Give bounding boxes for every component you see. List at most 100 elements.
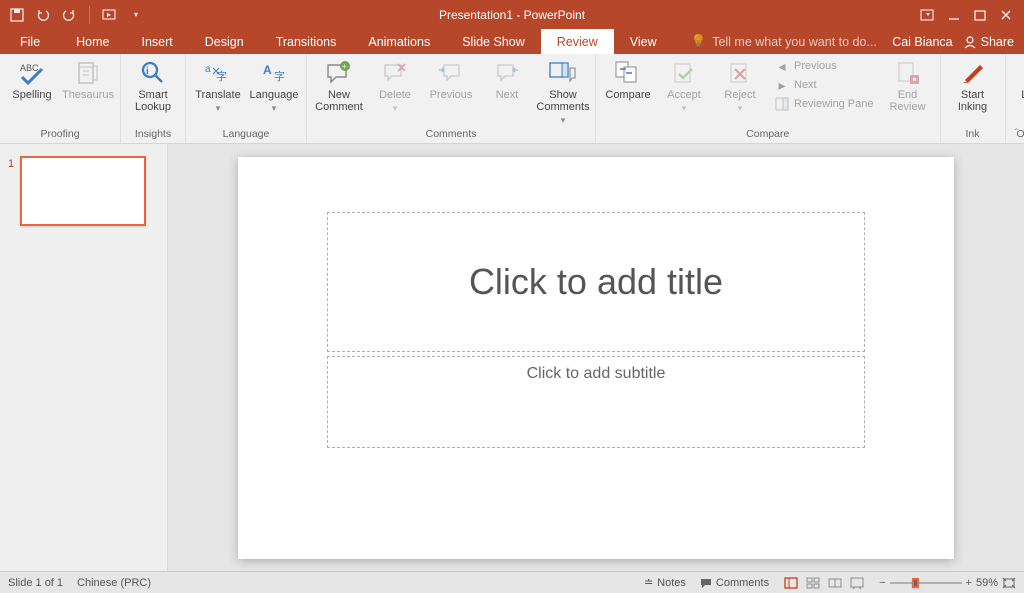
show-comments-button[interactable]: Show Comments ▾ <box>537 57 589 127</box>
end-review-label: End Review <box>889 89 925 113</box>
collapse-ribbon-icon[interactable]: ˆ <box>1015 128 1018 139</box>
ribbon-group-ink: Start Inking Ink <box>941 54 1006 143</box>
ribbon-options-icon[interactable] <box>920 9 934 21</box>
delete-label: Delete <box>379 89 411 101</box>
reviewing-pane-button[interactable]: Reviewing Pane <box>770 95 878 113</box>
start-inking-button[interactable]: Start Inking <box>947 57 999 114</box>
tab-slide-show[interactable]: Slide Show <box>446 29 541 54</box>
notes-icon: ≐ <box>644 576 653 589</box>
customize-qat-icon[interactable]: ▾ <box>127 6 145 24</box>
share-button[interactable]: Share <box>963 35 1014 49</box>
reject-button[interactable]: Reject ▾ <box>714 57 766 115</box>
slide-sorter-icon[interactable] <box>805 576 821 590</box>
status-bar: Slide 1 of 1 Chinese (PRC) ≐ Notes Comme… <box>0 571 1024 593</box>
spelling-button[interactable]: ABC Spelling <box>6 57 58 102</box>
translate-button[interactable]: a字 Translate ▾ <box>192 57 244 115</box>
translate-label: Translate <box>195 89 240 101</box>
thesaurus-button[interactable]: Thesaurus <box>62 57 114 102</box>
ribbon-group-proofing: ABC Spelling Thesaurus Proofing <box>0 54 121 143</box>
accept-label: Accept <box>667 89 701 101</box>
notes-label: Notes <box>657 577 686 589</box>
tab-design[interactable]: Design <box>189 29 260 54</box>
language-button[interactable]: A字 Language ▾ <box>248 57 300 115</box>
ribbon-group-compare: Compare Accept ▾ Reject ▾ ◂ Previous <box>596 54 941 143</box>
comments-label: Comments <box>716 577 769 589</box>
accept-button[interactable]: Accept ▾ <box>658 57 710 115</box>
slide-thumbnail-1[interactable] <box>20 156 146 226</box>
subtitle-placeholder-text: Click to add subtitle <box>527 365 666 383</box>
zoom-out-button[interactable]: − <box>879 577 885 589</box>
smart-lookup-button[interactable]: i Smart Lookup <box>127 57 179 114</box>
slide-thumbnail-panel: 1 <box>0 144 168 571</box>
previous-comment-button[interactable]: Previous <box>425 57 477 102</box>
zoom-slider[interactable] <box>890 582 962 584</box>
ribbon-group-insights: i Smart Lookup Insights <box>121 54 186 143</box>
thesaurus-label: Thesaurus <box>62 89 114 101</box>
linked-notes-button[interactable]: N Linked Notes <box>1012 57 1024 114</box>
slide-index[interactable]: Slide 1 of 1 <box>8 577 63 589</box>
share-icon <box>963 35 977 49</box>
tab-review[interactable]: Review <box>541 29 614 54</box>
tab-home[interactable]: Home <box>60 29 125 54</box>
tab-insert[interactable]: Insert <box>126 29 189 54</box>
tab-file[interactable]: File <box>0 29 60 54</box>
group-label: Insights <box>127 128 179 141</box>
group-label: Ink <box>947 128 999 141</box>
next-comment-button[interactable]: Next <box>481 57 533 102</box>
tab-transitions[interactable]: Transitions <box>260 29 353 54</box>
user-name[interactable]: Cai Bianca <box>892 35 952 49</box>
subtitle-placeholder[interactable]: Click to add subtitle <box>327 356 865 448</box>
tell-me-search[interactable]: 💡 Tell me what you want to do... <box>673 29 893 54</box>
comments-button[interactable]: Comments <box>700 577 769 589</box>
previous-label: Previous <box>430 89 473 101</box>
zoom-percentage[interactable]: 59% <box>976 577 998 589</box>
reviewing-pane-icon <box>774 96 790 112</box>
svg-text:+: + <box>342 62 347 71</box>
language-status[interactable]: Chinese (PRC) <box>77 577 151 589</box>
tab-view[interactable]: View <box>614 29 673 54</box>
title-placeholder[interactable]: Click to add title <box>327 212 865 352</box>
thumbnail-number: 1 <box>8 156 14 170</box>
zoom-in-button[interactable]: + <box>966 577 972 589</box>
compare-previous-button[interactable]: ◂ Previous <box>770 57 878 75</box>
svg-text:A: A <box>263 63 272 77</box>
show-comments-label: Show Comments <box>536 89 589 113</box>
group-label: Language <box>192 128 300 141</box>
undo-icon[interactable] <box>34 6 52 24</box>
minimize-icon[interactable] <box>948 9 960 21</box>
new-comment-button[interactable]: + New Comment <box>313 57 365 114</box>
window-title: Presentation1 - PowerPoint <box>439 8 585 22</box>
zoom-control: − + 59% <box>879 577 1016 589</box>
smart-lookup-icon: i <box>138 58 168 88</box>
tab-animations[interactable]: Animations <box>352 29 446 54</box>
spelling-label: Spelling <box>12 89 51 101</box>
normal-view-icon[interactable] <box>783 576 799 590</box>
compare-icon <box>613 58 643 88</box>
slideshow-view-icon[interactable] <box>849 576 865 590</box>
slide-canvas[interactable]: Click to add title Click to add subtitle <box>238 157 954 559</box>
notes-button[interactable]: ≐ Notes <box>644 576 686 589</box>
svg-text:a: a <box>205 64 211 75</box>
save-icon[interactable] <box>8 6 26 24</box>
redo-icon[interactable] <box>60 6 78 24</box>
quick-access-toolbar: ▾ <box>0 6 145 24</box>
compare-next-button[interactable]: ▸ Next <box>770 76 878 94</box>
ink-icon <box>958 58 988 88</box>
language-icon: A字 <box>259 58 289 88</box>
slide-editor-area: Click to add title Click to add subtitle <box>168 144 1024 571</box>
lightbulb-icon: 💡 <box>691 34 707 49</box>
maximize-icon[interactable] <box>974 9 986 21</box>
next-change-icon: ▸ <box>774 77 790 93</box>
reading-view-icon[interactable] <box>827 576 843 590</box>
start-from-beginning-icon[interactable] <box>101 6 119 24</box>
compare-button[interactable]: Compare <box>602 57 654 102</box>
delete-comment-button[interactable]: Delete ▾ <box>369 57 421 115</box>
group-label: Comments <box>313 128 589 141</box>
tell-me-placeholder: Tell me what you want to do... <box>712 35 877 49</box>
close-icon[interactable] <box>1000 9 1012 21</box>
compare-label: Compare <box>605 89 650 101</box>
svg-text:字: 字 <box>216 69 227 83</box>
end-review-button[interactable]: End Review <box>882 57 934 114</box>
share-label: Share <box>981 35 1014 49</box>
fit-to-window-icon[interactable] <box>1002 577 1016 589</box>
